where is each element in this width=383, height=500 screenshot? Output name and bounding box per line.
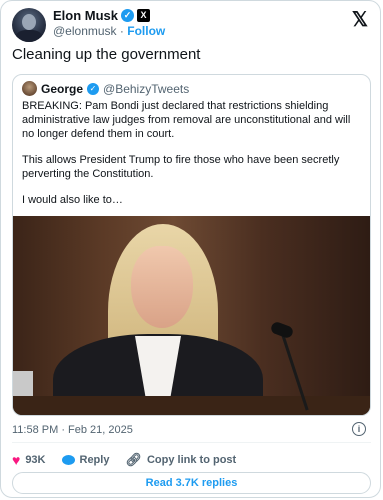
separator-dot: · bbox=[119, 24, 124, 38]
avatar-face bbox=[22, 14, 36, 30]
author-handle[interactable]: @elonmusk bbox=[53, 24, 117, 38]
quoted-tweet-body: BREAKING: Pam Bondi just declared that r… bbox=[22, 99, 362, 219]
read-replies-button[interactable]: Read 3.7K replies bbox=[12, 472, 371, 494]
author-handle-row: @elonmusk · Follow bbox=[53, 24, 165, 38]
avatar-body bbox=[16, 30, 42, 42]
reply-label: Reply bbox=[79, 454, 110, 466]
photo-desk bbox=[13, 396, 370, 415]
author-name-row: Elon Musk ✓ X bbox=[53, 8, 151, 23]
quoted-paragraph: I would also like to… bbox=[22, 194, 123, 206]
like-button[interactable]: ♥ 93K bbox=[12, 453, 46, 467]
quoted-author-handle: @BehizyTweets bbox=[103, 81, 190, 96]
link-icon: 🔗︎ bbox=[125, 452, 142, 467]
action-bar: ♥ 93K Reply 🔗︎ Copy link to post bbox=[12, 452, 252, 468]
quoted-tweet-header: George ✓ @BehizyTweets bbox=[22, 81, 189, 96]
quoted-tweet[interactable]: George ✓ @BehizyTweets BREAKING: Pam Bon… bbox=[12, 74, 371, 416]
quoted-tweet-photo[interactable] bbox=[13, 216, 370, 415]
quoted-author-avatar bbox=[22, 81, 37, 96]
photo-face bbox=[131, 246, 193, 328]
heart-icon: ♥ bbox=[12, 452, 21, 468]
verified-check-icon: ✓ bbox=[121, 9, 135, 22]
quoted-paragraph: BREAKING: Pam Bondi just declared that r… bbox=[22, 100, 351, 140]
divider bbox=[12, 442, 371, 443]
copy-link-button[interactable]: 🔗︎ Copy link to post bbox=[125, 452, 236, 468]
quoted-author-name: George bbox=[41, 81, 84, 96]
verified-check-icon: ✓ bbox=[87, 82, 100, 95]
follow-button[interactable]: Follow bbox=[127, 24, 165, 38]
x-logo-icon[interactable]: 𝕏 bbox=[352, 7, 368, 32]
author-name[interactable]: Elon Musk bbox=[53, 8, 118, 23]
microphone-head bbox=[269, 320, 295, 340]
like-count: 93K bbox=[25, 454, 46, 466]
info-icon[interactable]: i bbox=[352, 422, 366, 436]
reply-bubble-icon bbox=[61, 455, 75, 465]
tweet-timestamp[interactable]: 11:58 PM · Feb 21, 2025 bbox=[12, 424, 133, 436]
author-avatar[interactable] bbox=[12, 8, 46, 42]
quoted-paragraph: This allows President Trump to fire thos… bbox=[22, 154, 340, 180]
x-affiliate-icon: X bbox=[137, 9, 151, 22]
reply-button[interactable]: Reply bbox=[61, 454, 110, 466]
copy-link-label: Copy link to post bbox=[146, 454, 237, 466]
tweet-text: Cleaning up the government bbox=[12, 46, 201, 63]
tweet-card: Elon Musk ✓ X @elonmusk · Follow 𝕏 Clean… bbox=[0, 0, 381, 498]
